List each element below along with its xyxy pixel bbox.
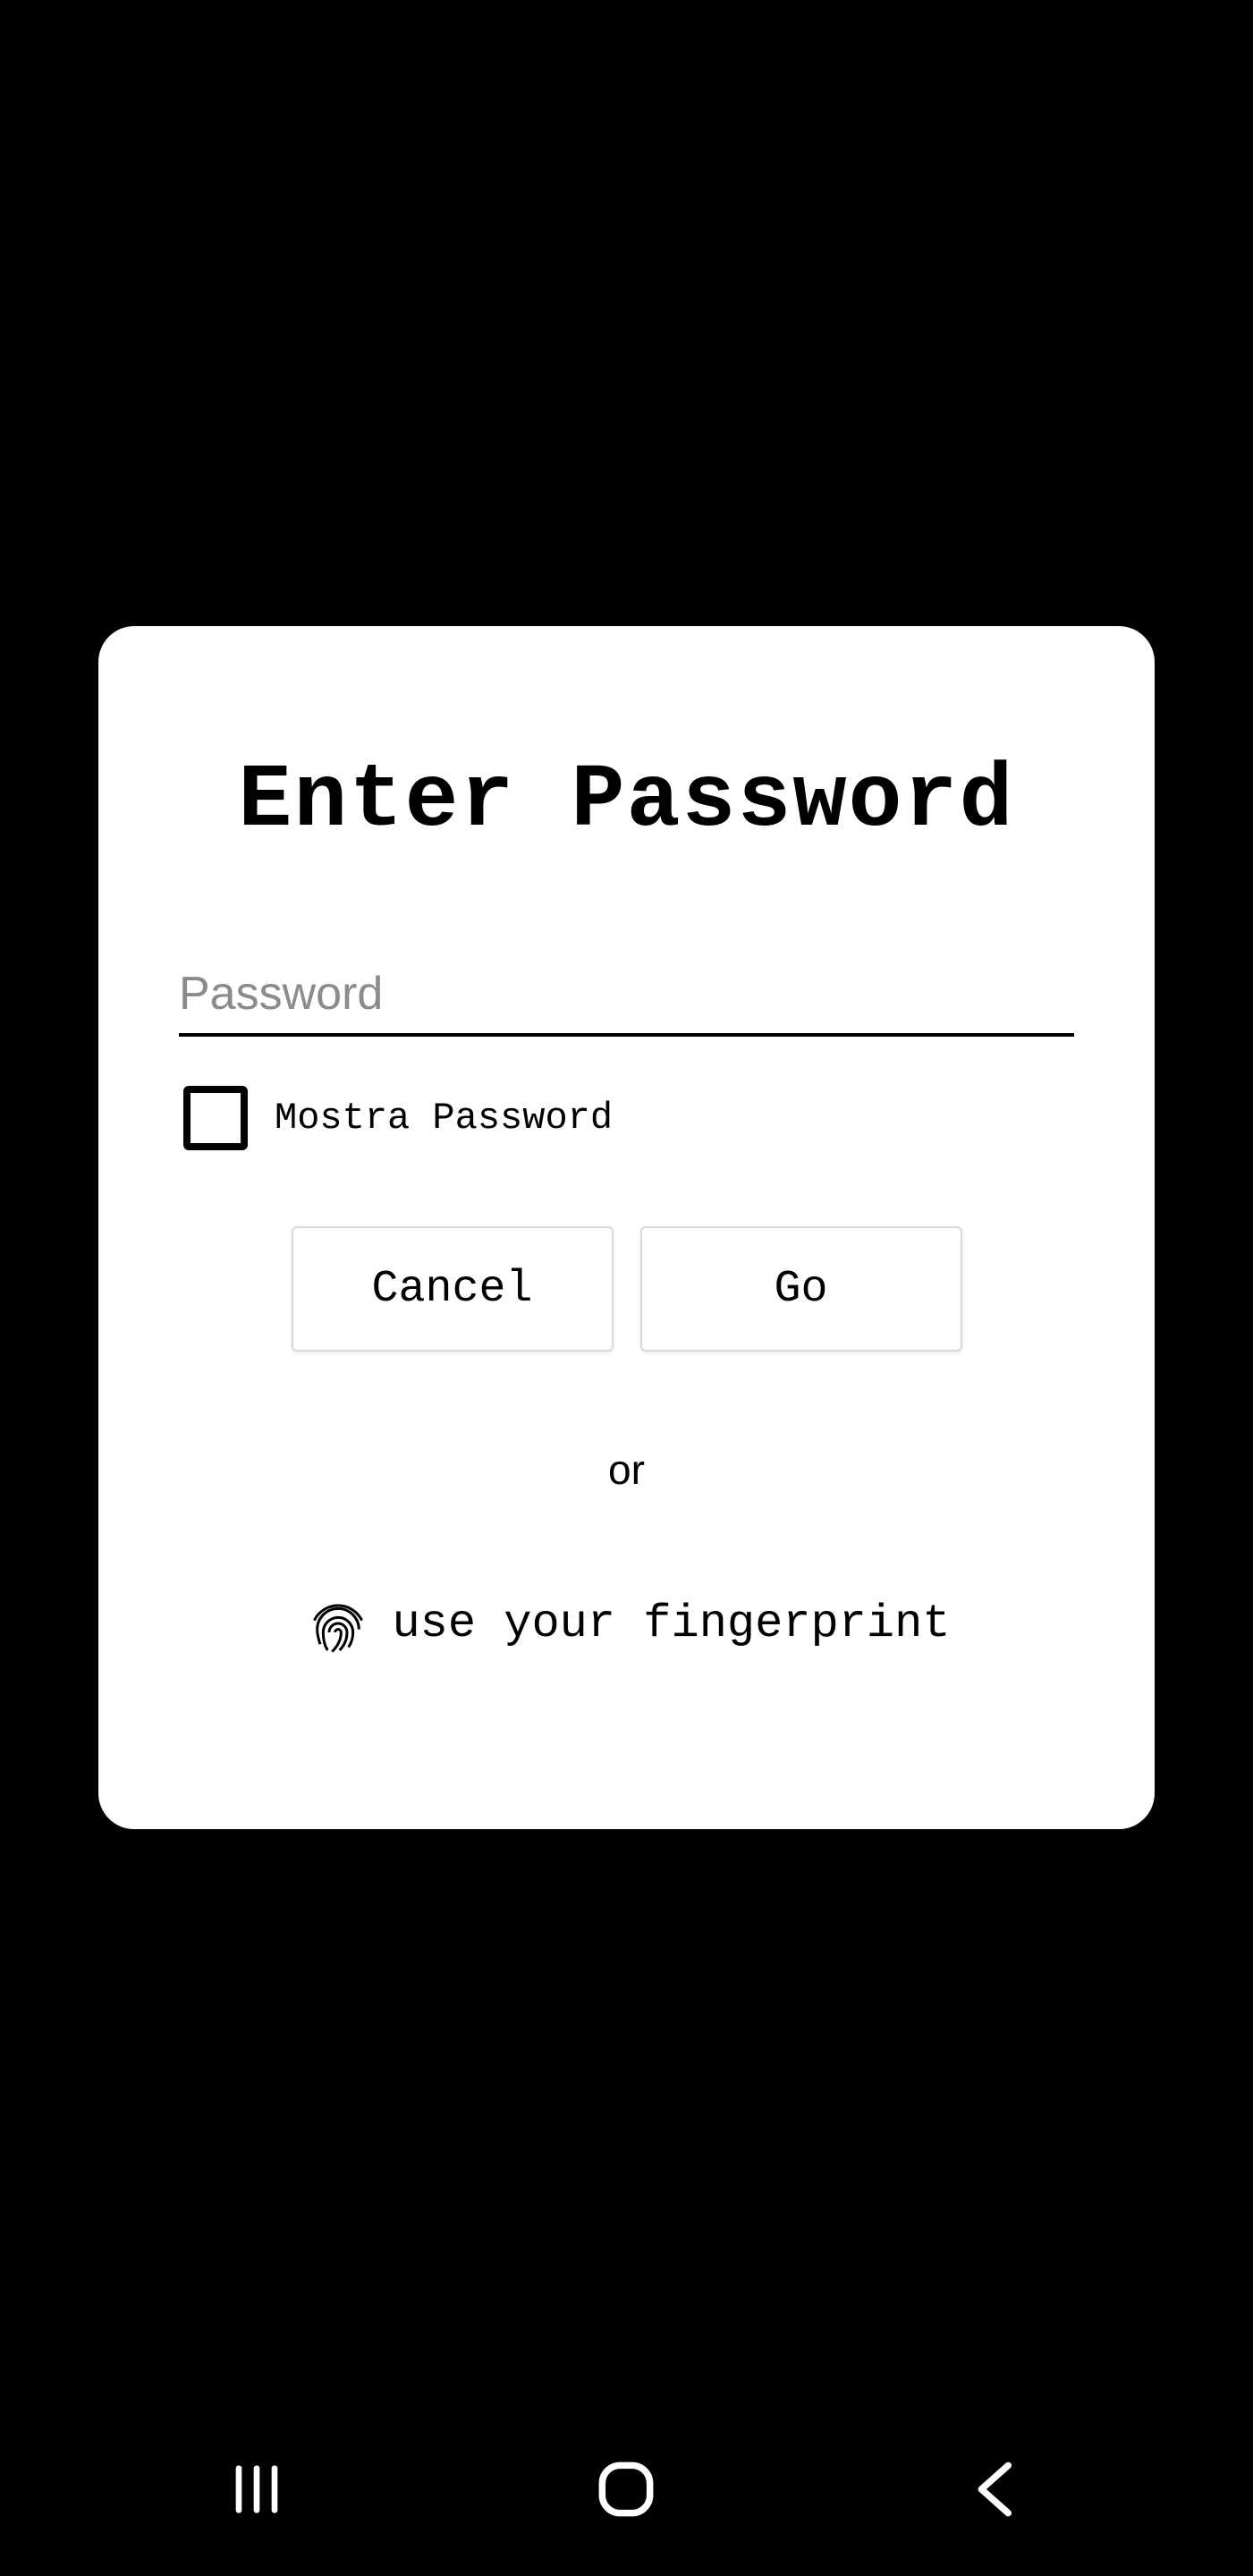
dialog-title: Enter Password: [179, 751, 1074, 852]
show-password-label: Mostra Password: [275, 1097, 613, 1140]
button-row: Cancel Go: [179, 1226, 1074, 1352]
home-icon: [590, 2453, 662, 2529]
recents-icon: [221, 2453, 292, 2529]
navigation-bar: [0, 2406, 1253, 2576]
password-input[interactable]: [179, 960, 1074, 1037]
fingerprint-label: use your fingerprint: [392, 1597, 950, 1650]
password-dialog: Enter Password Mostra Password Cancel Go…: [98, 626, 1155, 1829]
nav-recents-button[interactable]: [199, 2433, 315, 2549]
fingerprint-icon: [302, 1588, 374, 1659]
or-separator: or: [179, 1445, 1074, 1494]
back-icon: [961, 2453, 1032, 2529]
show-password-checkbox[interactable]: [183, 1086, 248, 1150]
fingerprint-option[interactable]: use your fingerprint: [179, 1588, 1074, 1659]
cancel-button[interactable]: Cancel: [292, 1226, 614, 1352]
nav-home-button[interactable]: [568, 2433, 684, 2549]
nav-back-button[interactable]: [938, 2433, 1054, 2549]
show-password-row[interactable]: Mostra Password: [179, 1086, 1074, 1150]
go-button[interactable]: Go: [640, 1226, 962, 1352]
